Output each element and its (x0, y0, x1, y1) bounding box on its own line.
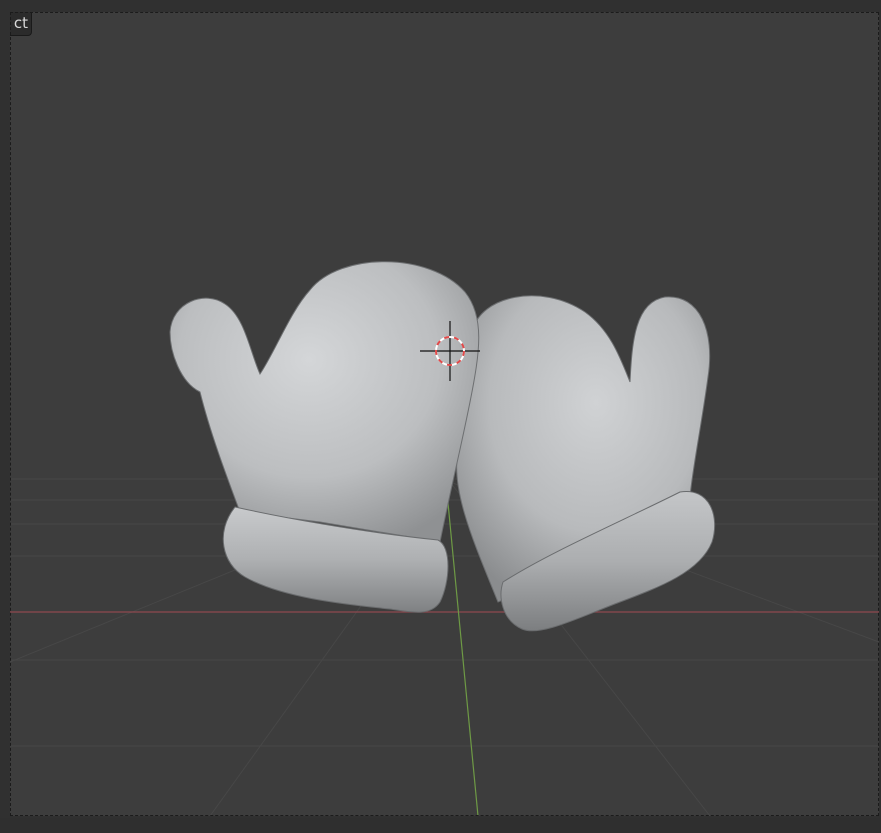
blender-app: ct (0, 0, 881, 833)
status-strip (0, 818, 881, 833)
left-mitten (169, 261, 480, 613)
right-mitten (456, 295, 716, 632)
3d-viewport[interactable]: ct (10, 12, 879, 816)
scene-render (10, 261, 879, 816)
floor-grid (10, 478, 879, 816)
mode-tab-label[interactable]: ct (10, 12, 32, 36)
